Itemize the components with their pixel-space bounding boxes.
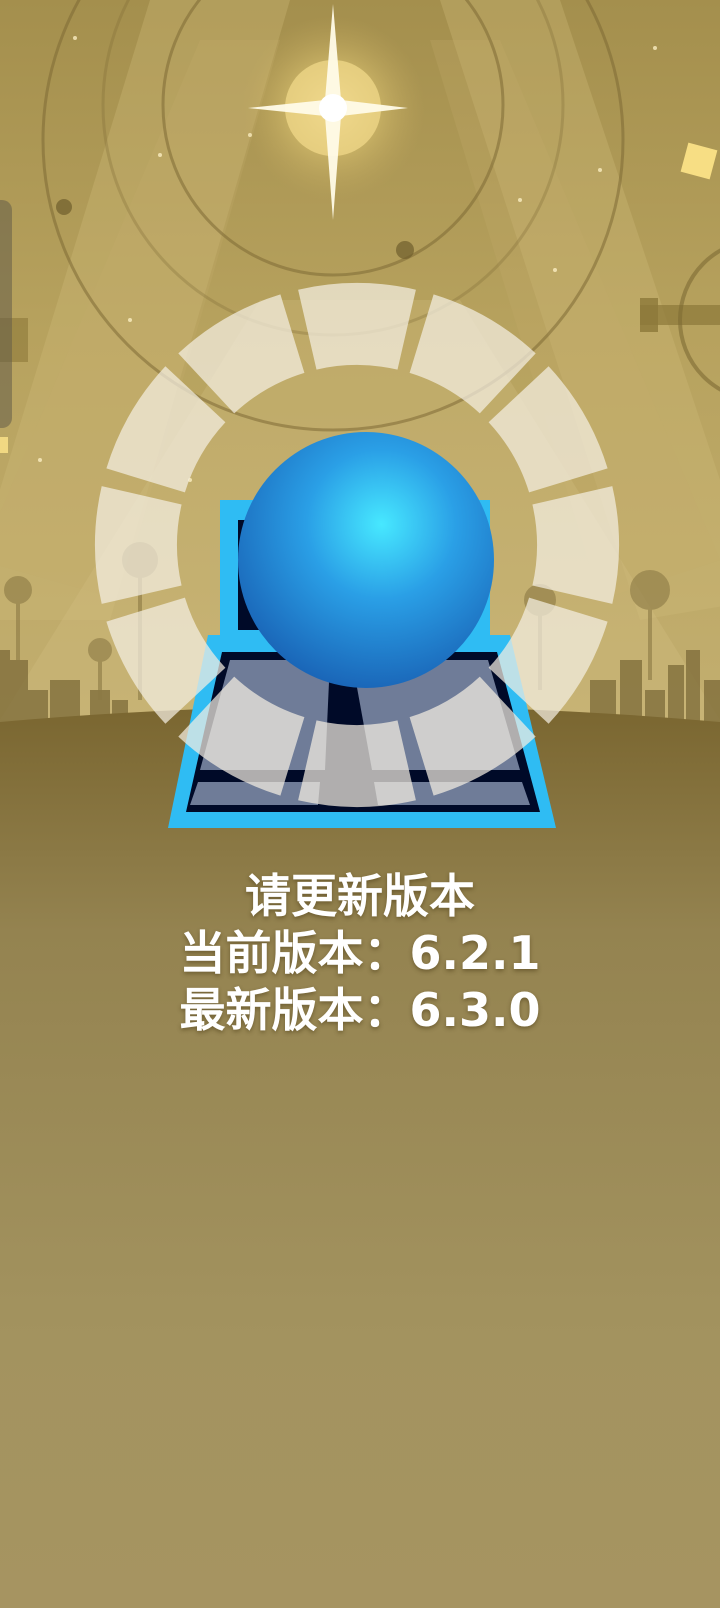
update-message: 请更新版本 当前版本：6.2.1 最新版本：6.3.0 xyxy=(0,868,720,1039)
game-screen: 请更新版本 当前版本：6.2.1 最新版本：6.3.0 xyxy=(0,0,720,1608)
latest-version-label: 最新版本： xyxy=(179,983,410,1037)
latest-version-value: 6.3.0 xyxy=(409,983,541,1037)
current-version-value: 6.2.1 xyxy=(409,926,541,980)
latest-version-line: 最新版本：6.3.0 xyxy=(0,982,720,1039)
current-version-label: 当前版本： xyxy=(179,926,410,980)
blue-ball-icon xyxy=(238,432,494,688)
current-version-line: 当前版本：6.2.1 xyxy=(0,925,720,982)
side-drawer-handle[interactable] xyxy=(0,200,12,428)
update-title: 请更新版本 xyxy=(245,869,475,923)
